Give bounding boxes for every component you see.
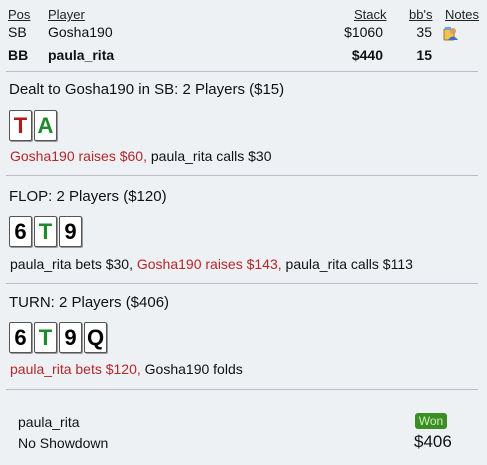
- header-stack: Stack: [354, 7, 387, 22]
- card-hole-2: A: [34, 110, 57, 141]
- card-flop-1: 6: [9, 216, 32, 247]
- player-stack: $440: [351, 47, 383, 63]
- preflop-title: Dealt to Gosha190 in SB: 2 Players ($15): [9, 81, 285, 98]
- card-turn-3: 9: [59, 322, 82, 353]
- player-bbs: 15: [416, 47, 432, 63]
- divider: [6, 283, 478, 284]
- player-pos: SB: [8, 24, 27, 40]
- preflop-actions: Gosha190 raises $60, paula_rita calls $3…: [10, 148, 272, 164]
- won-badge: Won: [415, 413, 447, 429]
- action-item: Gosha190 folds: [144, 361, 243, 377]
- header-player: Player: [48, 7, 85, 22]
- card-flop-2: T: [34, 216, 57, 247]
- action-item: paula_rita calls $30: [150, 148, 272, 164]
- header-pos: Pos: [8, 7, 31, 22]
- header-bbs: bb's: [409, 7, 433, 22]
- card-hole-1: T: [9, 110, 32, 141]
- header-notes: Notes: [445, 7, 479, 22]
- card-turn-1: 6: [9, 322, 32, 353]
- turn-actions: paula_rita bets $120, Gosha190 folds: [10, 361, 243, 377]
- flop-title: FLOP: 2 Players ($120): [9, 188, 167, 205]
- turn-cards: 6 T 9 Q: [9, 322, 107, 353]
- preflop-cards: T A: [9, 110, 57, 141]
- flop-actions: paula_rita bets $30, Gosha190 raises $14…: [10, 256, 413, 272]
- action-item: Gosha190 raises $143,: [136, 256, 282, 272]
- divider: [6, 389, 478, 390]
- action-item: Gosha190 raises $60,: [10, 148, 147, 164]
- player-name: paula_rita: [48, 47, 115, 63]
- action-item: paula_rita bets $120,: [10, 361, 141, 377]
- divider: [6, 175, 478, 176]
- divider: [6, 71, 478, 72]
- player-bbs: 35: [416, 24, 432, 40]
- player-stack: $1060: [344, 24, 383, 40]
- card-flop-3: 9: [59, 216, 82, 247]
- card-turn-2: T: [34, 322, 57, 353]
- player-pos: BB: [8, 47, 29, 63]
- result-showdown: No Showdown: [18, 435, 109, 451]
- result-amount: $406: [414, 432, 452, 451]
- card-turn-4: Q: [84, 322, 107, 353]
- result-winner: paula_rita: [18, 414, 80, 430]
- player-name: Gosha190: [48, 24, 113, 40]
- action-item: paula_rita calls $113: [285, 256, 413, 272]
- action-item: paula_rita bets $30,: [10, 256, 133, 272]
- user-note-icon[interactable]: [443, 25, 459, 41]
- turn-title: TURN: 2 Players ($406): [9, 294, 170, 311]
- flop-cards: 6 T 9: [9, 216, 82, 247]
